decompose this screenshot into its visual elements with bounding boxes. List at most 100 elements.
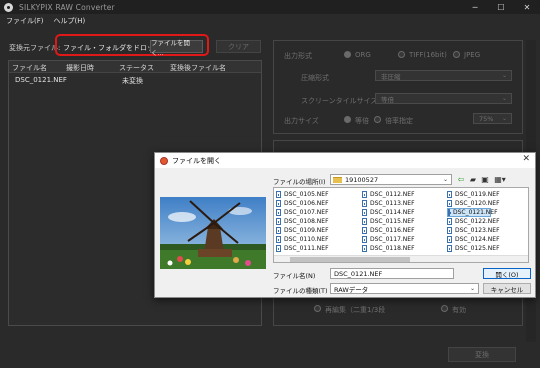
convert-button[interactable]: 変換 (448, 347, 516, 362)
list-item[interactable]: DSC_0109.NEF (276, 226, 329, 235)
list-item[interactable]: DSC_0120.NEF (447, 199, 500, 208)
list-item[interactable]: DSC_0116.NEF (362, 226, 415, 235)
list-item-selected[interactable]: DSC_0121.NEF (447, 208, 498, 217)
menu-file[interactable]: ファイル(F) (6, 16, 44, 26)
filetype-value: RAWデータ (334, 285, 369, 294)
close-icon[interactable]: ✕ (522, 154, 530, 164)
listview-scrollbar[interactable] (274, 255, 528, 262)
location-value: 19100527 (345, 175, 379, 184)
nef-file-icon (448, 209, 451, 216)
option-radio-1[interactable] (314, 305, 321, 312)
size-scale-label: 倍率指定 (385, 117, 413, 125)
list-item[interactable]: DSC_0119.NEF (447, 190, 500, 199)
column-header-status[interactable]: ステータス (119, 63, 154, 73)
close-button[interactable]: ✕ (514, 0, 540, 14)
filetype-label: ファイルの種類(T) (273, 287, 328, 295)
filename-label: ファイル名(N) (273, 272, 316, 280)
list-item[interactable]: DSC_0110.NEF (276, 235, 329, 244)
app-logo-icon (4, 2, 13, 12)
windmill-photo (160, 197, 266, 269)
list-item[interactable]: DSC_0123.NEF (447, 226, 500, 235)
dialog-title: ファイルを開く (172, 156, 221, 165)
open-file-dialog: ファイルを開く ✕ ファイルの場所(I) 19100527 ⌄ ⇦ ▰ ▣ ▦▾… (154, 152, 536, 298)
view-menu-icon[interactable]: ▦▾ (493, 174, 507, 184)
compression-label: 圧縮形式 (301, 74, 329, 82)
nef-file-icon (362, 236, 367, 243)
list-item[interactable]: DSC_0122.NEF (447, 217, 500, 226)
nef-file-icon (276, 218, 281, 225)
list-item[interactable]: DSC_0106.NEF (276, 199, 329, 208)
option-label-2: 有効 (452, 306, 466, 314)
size-same-label: 等倍 (355, 117, 369, 125)
nef-file-icon (276, 191, 281, 198)
window-title: SILKYPIX RAW Converter (19, 2, 115, 12)
row-filename: DSC_0121.NEF (15, 76, 67, 84)
nef-file-icon (276, 227, 281, 234)
list-item[interactable]: DSC_0107.NEF (276, 208, 329, 217)
format-radio-tiff[interactable] (398, 51, 405, 58)
maximize-button[interactable]: ☐ (488, 0, 514, 14)
open-file-button[interactable]: ファイルを開く... (150, 39, 203, 57)
list-item[interactable]: DSC_0112.NEF (362, 190, 415, 199)
chevron-down-icon: ⌄ (442, 176, 448, 183)
option-radio-2[interactable] (441, 305, 448, 312)
column-header-date[interactable]: 撮影日時 (66, 63, 94, 73)
compression-value: 非圧縮 (381, 72, 401, 81)
minimize-button[interactable]: ─ (462, 0, 488, 14)
menu-help[interactable]: ヘルプ(H) (54, 16, 86, 26)
list-item[interactable]: DSC_0117.NEF (362, 235, 415, 244)
nef-file-icon (447, 200, 452, 207)
screen-tile-label: スクリーンタイルサイズ (301, 97, 378, 105)
format-radio-org[interactable] (344, 51, 351, 58)
filename-input[interactable]: DSC_0121.NEF (330, 268, 454, 279)
list-item[interactable]: DSC_0105.NEF (276, 190, 329, 199)
list-item[interactable]: DSC_0125.NEF (447, 244, 500, 253)
column-header-converted-name[interactable]: 変換後ファイル名 (170, 63, 226, 73)
list-item[interactable]: DSC_0113.NEF (362, 199, 415, 208)
folder-icon (333, 176, 342, 183)
list-item[interactable]: DSC_0111.NEF (276, 244, 329, 253)
list-item[interactable]: DSC_0124.NEF (447, 235, 500, 244)
scrollbar-thumb[interactable] (290, 257, 410, 262)
file-listview[interactable]: DSC_0105.NEF DSC_0106.NEF DSC_0107.NEF D… (273, 187, 529, 263)
nef-file-icon (276, 200, 281, 207)
nef-file-icon (362, 209, 367, 216)
nef-file-icon (447, 236, 452, 243)
screen-tile-dropdown[interactable]: 等倍 ⌄ (375, 93, 512, 104)
filetype-combo[interactable]: RAWデータ ⌄ (330, 283, 479, 294)
scale-dropdown[interactable]: 75% ⌄ (473, 113, 512, 124)
list-item[interactable]: DSC_0115.NEF (362, 217, 415, 226)
column-header-filename[interactable]: ファイル名 (12, 63, 47, 73)
open-button[interactable]: 開く(O) (483, 268, 531, 279)
output-format-label: 出力形式 (284, 52, 312, 60)
cancel-button[interactable]: キャンセル (483, 283, 531, 294)
list-item[interactable]: DSC_0118.NEF (362, 244, 415, 253)
back-arrow-icon[interactable]: ⇦ (456, 174, 466, 184)
format-tiff-label: TIFF(16bit) (409, 51, 447, 59)
size-radio-scale[interactable] (374, 116, 381, 123)
menu-bar: ファイル(F) ヘルプ(H) (0, 14, 540, 28)
up-folder-icon[interactable]: ▰ (468, 174, 478, 184)
option-label-1: 再編集（二重1/3段 (325, 306, 386, 314)
list-item[interactable]: DSC_0114.NEF (362, 208, 415, 217)
new-folder-icon[interactable]: ▣ (480, 174, 490, 184)
nef-file-icon (447, 245, 452, 252)
row-status: 未変換 (122, 77, 143, 85)
clear-button[interactable]: クリア (216, 40, 261, 53)
chevron-down-icon: ⌄ (501, 95, 507, 102)
nef-file-icon (276, 245, 281, 252)
size-radio-same[interactable] (344, 116, 351, 123)
image-preview (160, 197, 266, 269)
nef-file-icon (447, 218, 452, 225)
nef-file-icon (362, 245, 367, 252)
compression-dropdown[interactable]: 非圧縮 ⌄ (375, 70, 512, 81)
app-icon (160, 156, 168, 165)
nef-file-icon (362, 227, 367, 234)
filename-value: DSC_0121.NEF (334, 269, 383, 278)
format-radio-jpeg[interactable] (453, 51, 460, 58)
list-item[interactable]: DSC_0108.NEF (276, 217, 329, 226)
scale-value: 75% (479, 114, 494, 123)
chevron-down-icon: ⌄ (469, 285, 475, 292)
location-combo[interactable]: 19100527 ⌄ (330, 174, 452, 185)
location-label: ファイルの場所(I) (273, 178, 326, 186)
